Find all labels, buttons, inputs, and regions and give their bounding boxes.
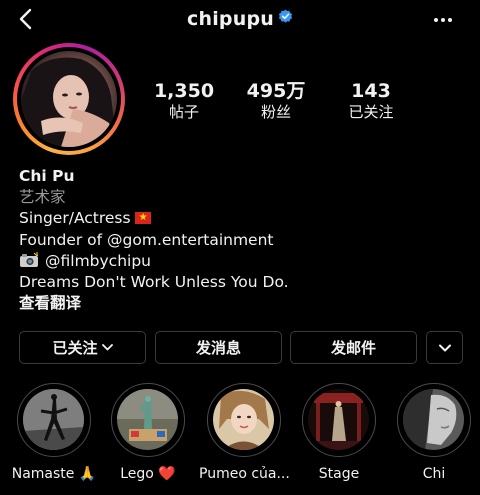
bio-motto: Dreams Don't Work Unless You Do.: [19, 273, 289, 292]
story-highlights: Namaste 🙏 Lego ❤️ Pumeo của... Stage Chi: [0, 383, 480, 495]
following-label: 已关注: [348, 103, 394, 121]
suggested-accounts-button[interactable]: [426, 331, 463, 364]
posts-label: 帖子: [168, 103, 199, 121]
vietnam-flag-icon: ★: [134, 212, 151, 225]
category-label: 艺术家: [19, 188, 66, 207]
profile-stats: 1,350 帖子 495万 粉丝 143 已关注: [140, 80, 480, 126]
avatar-story-ring[interactable]: [13, 43, 125, 155]
more-horizontal-icon: [434, 18, 452, 22]
username-title: chipupu: [0, 8, 480, 30]
more-options-button[interactable]: [430, 10, 456, 30]
following-button-label: 已关注: [52, 339, 98, 357]
message-button[interactable]: 发消息: [155, 331, 282, 364]
top-bar: chipupu: [0, 0, 480, 40]
chevron-down-icon: [438, 344, 451, 351]
camera-flash-icon: [20, 251, 39, 267]
followers-label: 粉丝: [260, 103, 291, 121]
highlight-cover: [117, 389, 178, 450]
highlight-cover: [403, 389, 464, 450]
posts-stat[interactable]: 1,350 帖子: [139, 80, 229, 122]
highlight-label: Stage: [318, 466, 360, 482]
following-button[interactable]: 已关注: [19, 331, 146, 364]
bio-founder-text: Founder of: [19, 230, 108, 249]
bio-line-film: @filmbychipu: [19, 251, 459, 272]
bio-line-founder: Founder of @gom.entertainment: [19, 230, 459, 251]
highlight-chi[interactable]: Chi: [389, 383, 479, 483]
filmbychipu-link[interactable]: @filmbychipu: [45, 252, 151, 270]
highlight-label: Lego ❤️: [120, 466, 176, 482]
profile-bio: Chi Pu 艺术家 Singer/Actress ★ Founder of @g…: [19, 166, 459, 314]
highlight-lego[interactable]: Lego ❤️: [103, 383, 193, 483]
highlight-cover: [213, 389, 274, 450]
highlight-namaste[interactable]: Namaste 🙏: [9, 383, 99, 483]
highlight-pumeo[interactable]: Pumeo của...: [199, 383, 290, 483]
highlight-cover: [23, 389, 84, 450]
highlight-label: Namaste 🙏: [11, 466, 97, 482]
following-count: 143: [351, 80, 391, 102]
display-name: Chi Pu: [19, 167, 75, 185]
email-button[interactable]: 发邮件: [290, 331, 417, 364]
followers-stat[interactable]: 495万 粉丝: [231, 80, 321, 122]
highlight-label: Chi: [422, 466, 446, 482]
message-button-label: 发消息: [195, 339, 241, 357]
profile-screen: chipupu 1,350 帖子 495万 粉丝 143 已关注 Chi Pu …: [0, 0, 480, 495]
highlight-label: Pumeo của...: [199, 466, 290, 482]
bio-occupation-text: Singer/Actress: [19, 209, 131, 228]
chevron-down-icon: [101, 344, 113, 351]
avatar: [21, 51, 117, 147]
username: chipupu: [187, 8, 274, 30]
verified-badge-icon: [278, 7, 293, 29]
posts-count: 1,350: [153, 80, 215, 102]
following-stat[interactable]: 143 已关注: [326, 80, 416, 122]
email-button-label: 发邮件: [330, 339, 376, 357]
profile-actions: 已关注 发消息 发邮件: [19, 331, 463, 364]
followers-count: 495万: [246, 80, 306, 102]
highlight-cover: [308, 389, 369, 450]
gom-entertainment-link[interactable]: @gom.entertainment: [107, 231, 273, 249]
bio-line-occupation: Singer/Actress ★: [19, 208, 459, 229]
highlight-stage[interactable]: Stage: [294, 383, 384, 483]
see-translation-link[interactable]: 查看翻译: [19, 293, 459, 314]
